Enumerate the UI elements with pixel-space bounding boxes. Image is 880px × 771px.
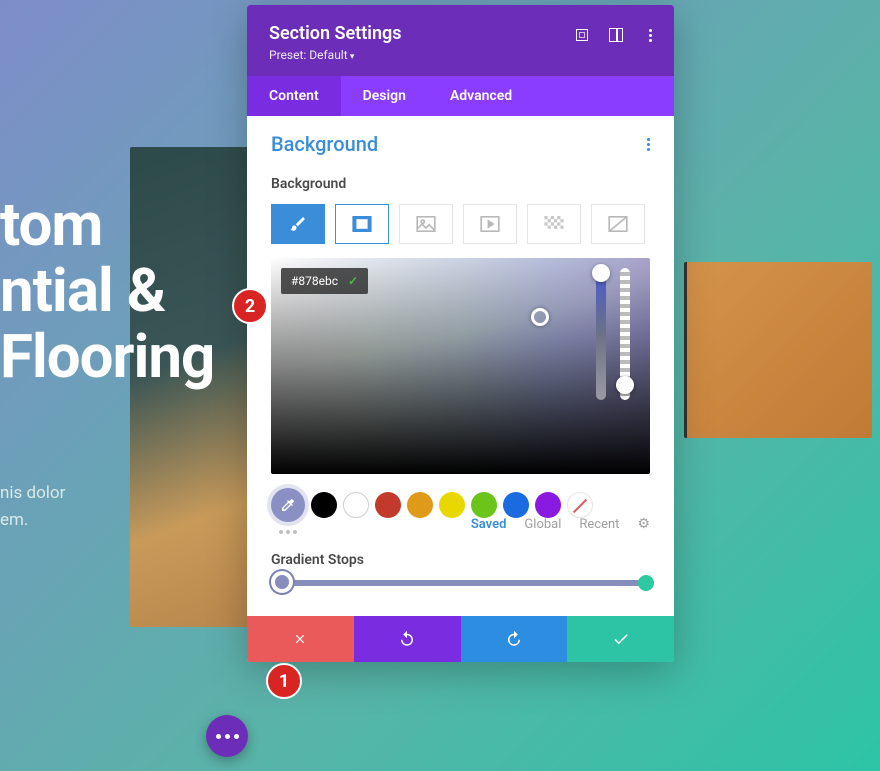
eyedropper-button[interactable] bbox=[271, 488, 305, 522]
tab-content[interactable]: Content bbox=[247, 76, 341, 116]
section-title[interactable]: Background bbox=[271, 132, 378, 156]
hero-sub-2: em. bbox=[0, 507, 65, 534]
tab-design[interactable]: Design bbox=[341, 76, 428, 116]
tab-advanced[interactable]: Advanced bbox=[428, 76, 534, 116]
cancel-button[interactable] bbox=[247, 616, 354, 662]
alpha-slider-handle[interactable] bbox=[616, 376, 634, 394]
hue-slider-handle[interactable] bbox=[592, 264, 610, 282]
modal-header[interactable]: Section Settings Preset: Default bbox=[247, 5, 674, 76]
bg-type-color[interactable] bbox=[271, 204, 325, 244]
bg-type-pattern[interactable] bbox=[527, 204, 581, 244]
hex-value: #878ebc bbox=[291, 274, 338, 288]
gear-icon[interactable]: ⚙ bbox=[637, 516, 650, 532]
hero-subtext: nis dolor em. bbox=[0, 480, 65, 534]
expand-icon[interactable] bbox=[574, 27, 590, 43]
hero-heading: tom ntial & Flooring bbox=[0, 192, 214, 390]
preset-dropdown[interactable]: Preset: Default bbox=[269, 48, 652, 62]
split-view-icon[interactable] bbox=[608, 27, 624, 43]
gradient-stop-handle[interactable] bbox=[271, 571, 293, 593]
alpha-slider[interactable] bbox=[620, 268, 630, 400]
swatch-purple[interactable] bbox=[535, 492, 561, 518]
bg-type-mask[interactable] bbox=[591, 204, 645, 244]
swatch-blue[interactable] bbox=[503, 492, 529, 518]
bg-type-video[interactable] bbox=[463, 204, 517, 244]
section-menu-icon[interactable] bbox=[647, 138, 650, 151]
swatch-none[interactable] bbox=[567, 492, 593, 518]
swatch-white[interactable] bbox=[343, 492, 369, 518]
hero-image-right bbox=[684, 262, 872, 438]
palette-tab-saved[interactable]: Saved bbox=[471, 517, 507, 532]
modal-tabs: Content Design Advanced bbox=[247, 76, 674, 116]
background-type-tabs bbox=[271, 204, 650, 244]
bg-type-image[interactable] bbox=[399, 204, 453, 244]
palette-tab-recent[interactable]: Recent bbox=[579, 517, 619, 532]
fab-menu-button[interactable] bbox=[206, 715, 248, 757]
swatch-green[interactable] bbox=[471, 492, 497, 518]
bg-type-gradient[interactable] bbox=[335, 204, 389, 244]
palette-tabs: Saved Global Recent ⚙ bbox=[271, 516, 650, 532]
hero-line-1: tom bbox=[0, 192, 214, 258]
swatch-orange[interactable] bbox=[407, 492, 433, 518]
hero-line-3: Flooring bbox=[0, 324, 214, 390]
color-picker-area[interactable]: #878ebc ✓ bbox=[271, 258, 650, 474]
modal-footer bbox=[247, 616, 674, 662]
save-button[interactable] bbox=[567, 616, 674, 662]
settings-modal: Section Settings Preset: Default Content… bbox=[247, 5, 674, 662]
background-label: Background bbox=[271, 176, 650, 192]
hero-line-2: ntial & bbox=[0, 258, 214, 324]
check-icon[interactable]: ✓ bbox=[348, 274, 358, 288]
annotation-badge-1: 1 bbox=[266, 663, 302, 699]
color-picker-cursor[interactable] bbox=[531, 308, 549, 326]
swatch-yellow[interactable] bbox=[439, 492, 465, 518]
redo-button[interactable] bbox=[461, 616, 568, 662]
gradient-stops-label: Gradient Stops bbox=[271, 552, 650, 568]
undo-button[interactable] bbox=[354, 616, 461, 662]
palette-tab-global[interactable]: Global bbox=[524, 517, 561, 532]
kebab-menu-icon[interactable] bbox=[642, 27, 658, 43]
hex-value-badge[interactable]: #878ebc ✓ bbox=[281, 268, 368, 294]
swatch-red[interactable] bbox=[375, 492, 401, 518]
hue-slider[interactable] bbox=[596, 268, 606, 400]
annotation-badge-2: 2 bbox=[232, 288, 268, 324]
swatch-black[interactable] bbox=[311, 492, 337, 518]
ellipsis-icon bbox=[216, 734, 239, 739]
gradient-track[interactable] bbox=[275, 580, 646, 586]
hero-sub-1: nis dolor bbox=[0, 480, 65, 507]
